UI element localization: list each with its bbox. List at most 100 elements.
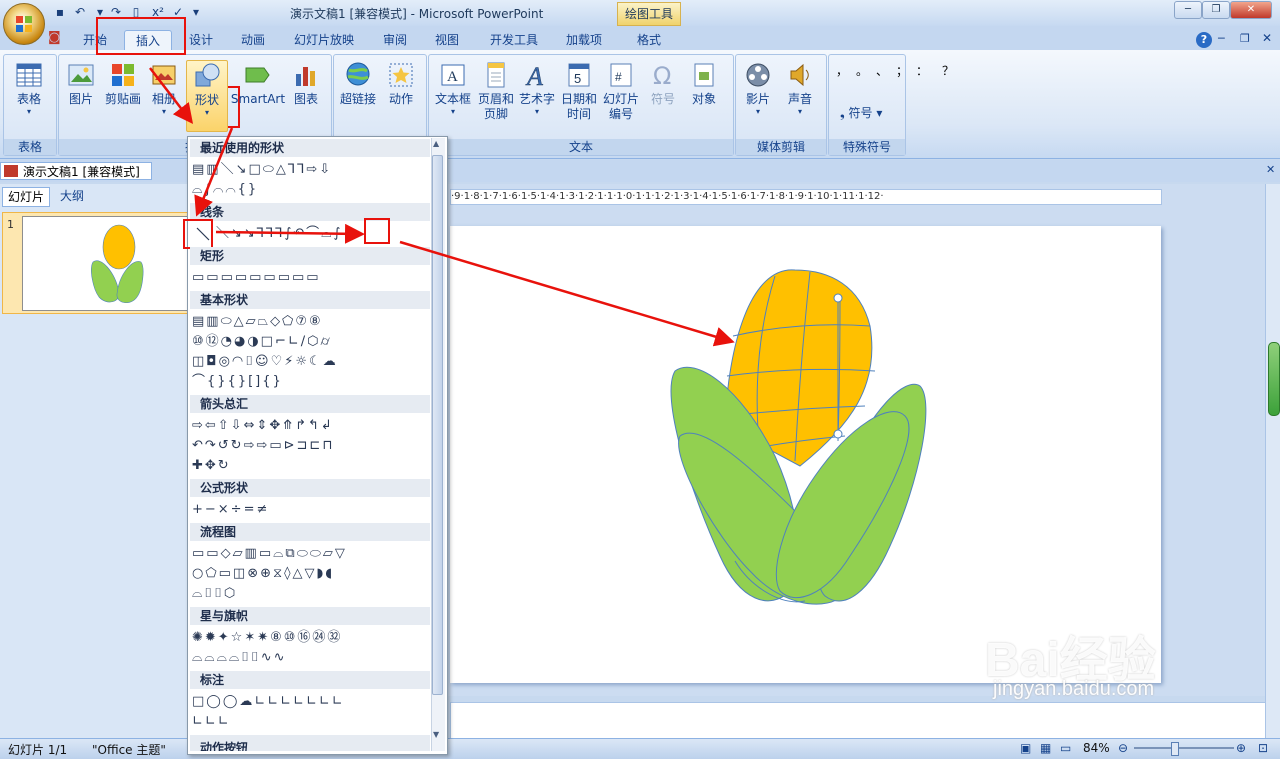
slide-number-button[interactable]: # 幻灯片 编号 (600, 60, 642, 130)
table-label: 表格 (16, 92, 41, 106)
zoom-in-icon[interactable]: ⊕ (1236, 741, 1246, 755)
basic-shapes-row-2[interactable]: ⑩⑫◔◕◑□⌐∟∕⬡⌭ (190, 333, 432, 351)
shapes-button[interactable]: 形状 ▾ (186, 60, 228, 132)
flowchart-row-2[interactable]: ○⬠▭◫⊗⊕⧖◊△▽◗◖ (190, 565, 432, 583)
chevron-down-icon: ▾ (26, 107, 31, 116)
callouts-row-2[interactable]: ∟∟∟ (190, 713, 432, 731)
zoom-slider-thumb[interactable] (1171, 742, 1179, 756)
slideshow-view-icon[interactable]: ▭ (1060, 741, 1071, 755)
clipart-button[interactable]: 剪贴画 (102, 60, 144, 130)
shapes-icon (195, 63, 220, 87)
normal-view-icon[interactable]: ▣ (1020, 741, 1031, 755)
chart-icon (296, 67, 315, 86)
omega-icon: Ω (653, 62, 671, 90)
pptx-file-icon (4, 165, 18, 177)
arrows-row-2[interactable]: ↶↷↺↻⇨⇨▭⊳⊐⊏⊓ (190, 437, 432, 455)
save-icon[interactable]: ▪ (52, 4, 68, 20)
movie-label: 影片 (745, 92, 770, 106)
lines-row[interactable]: ＼↘↘⅂⅂⅂∫↶⌒⌓∫ (190, 225, 456, 243)
group-label-table: 表格 (4, 139, 56, 155)
tab-developer[interactable]: 开发工具 (482, 30, 546, 50)
tab-format[interactable]: 格式 (626, 30, 672, 50)
arrows-row-3[interactable]: ✚✥↻ (190, 457, 432, 475)
special-punctuation-grid[interactable]: ，。、；：？ (836, 64, 954, 78)
minimize-button[interactable]: ─ (1174, 1, 1202, 19)
doc-tab-close-icon[interactable]: ✕ (1266, 163, 1275, 176)
tab-view[interactable]: 视图 (426, 30, 468, 50)
stars-row-1[interactable]: ✺✹✦☆✶✷⑧⑩⑯㉔㉜ (190, 629, 432, 647)
tab-slides[interactable]: 幻灯片 (2, 187, 51, 207)
sound-button[interactable]: 声音 ▾ (780, 60, 820, 130)
header-footer-button[interactable]: 页眉和 页脚 (474, 60, 518, 130)
equation-row[interactable]: +−×÷=≠ (190, 501, 432, 519)
textbox-icon: A (441, 64, 465, 86)
vertical-scrollbar[interactable] (1265, 184, 1280, 738)
callouts-row-1[interactable]: □◯◯☁∟∟∟∟∟∟∟ (190, 693, 432, 711)
svg-text:A: A (525, 62, 543, 90)
scroll-down-icon[interactable]: ▼ (433, 730, 439, 739)
album-label: 相册 (151, 92, 176, 106)
basic-shapes-row-3[interactable]: ◫◘◎◠⌷☺♡⚡☼☾☁ (190, 353, 432, 371)
clipart-icon (112, 64, 134, 86)
table-button[interactable]: 表格 ▾ (8, 60, 50, 130)
notes-pane[interactable] (450, 702, 1267, 740)
smartart-icon (245, 67, 270, 83)
chart-button[interactable]: 图表 (288, 60, 324, 130)
stars-row-2[interactable]: ⌓⌓⌓⌓⌷⌷∿∿ (190, 649, 432, 667)
recent-shapes-row-2[interactable]: ⌓∫⌒⌒{} (190, 181, 432, 199)
scroll-thumb[interactable] (1268, 342, 1280, 416)
doc-close-icon[interactable]: ✕ (1262, 31, 1272, 45)
tab-outline[interactable]: 大纲 (55, 187, 89, 205)
help-icon[interactable]: ? (1196, 32, 1212, 48)
hyperlink-button[interactable]: 超链接 (336, 60, 380, 130)
symbol-button[interactable]: Ω 符号 (644, 60, 682, 130)
movie-button[interactable]: 影片 ▾ (738, 60, 778, 130)
arrows-row-1[interactable]: ⇨⇦⇧⇩⇔⇕✥⤊↱↰↲ (190, 417, 432, 435)
undo-icon[interactable]: ↶ (72, 4, 88, 20)
addin-icon[interactable]: ◙ (48, 30, 68, 48)
ribbon-minimize-icon[interactable]: ─ (1218, 32, 1225, 45)
object-button[interactable]: 对象 (684, 60, 724, 130)
textbox-button[interactable]: A 文本框 ▾ (432, 60, 474, 130)
section-flowchart: 流程图 (190, 523, 430, 541)
slide-info: 幻灯片 1/1 (8, 743, 68, 757)
recent-shapes-row-1[interactable]: ▤▥＼↘□⬭△⅂⅂⇨⇩ (190, 161, 432, 179)
tab-animation[interactable]: 动画 (230, 30, 276, 50)
globe-icon (346, 62, 370, 86)
photo-album-button[interactable]: 相册 ▾ (146, 60, 182, 130)
close-button[interactable]: ✕ (1230, 1, 1272, 19)
office-button[interactable] (3, 3, 45, 45)
slide-sorter-view-icon[interactable]: ▦ (1040, 741, 1051, 755)
action-button[interactable]: 动作 (382, 60, 420, 130)
tab-slideshow[interactable]: 幻灯片放映 (288, 30, 360, 50)
wordart-button[interactable]: A 艺术字 ▾ (518, 60, 556, 130)
special-symbol-dropdown[interactable]: ❟ 符号 ▾ (840, 104, 882, 121)
textbox-label: 文本框 (434, 92, 471, 106)
tab-addins[interactable]: 加载项 (558, 30, 610, 50)
maximize-button[interactable]: ❐ (1202, 1, 1230, 19)
svg-text:Ω: Ω (653, 62, 671, 90)
rectangles-row[interactable]: ▭▭▭▭▭▭▭▭▭ (190, 269, 432, 287)
qat-customize-icon[interactable]: ▾ (188, 4, 204, 20)
slide-thumbnail[interactable] (22, 216, 188, 311)
scroll-up-icon[interactable]: ▲ (433, 139, 439, 148)
zoom-out-icon[interactable]: ⊖ (1118, 741, 1128, 755)
flowchart-row-1[interactable]: ▭▭◇▱▥▭⌓⧉⬭⬭▱▽ (190, 545, 432, 563)
datetime-button[interactable]: 5 日期和 时间 (558, 60, 600, 130)
tab-review[interactable]: 审阅 (374, 30, 416, 50)
wordart-icon: A (525, 62, 544, 90)
datetime-label-1: 日期和 (560, 92, 597, 106)
fit-window-icon[interactable]: ⊡ (1258, 741, 1268, 755)
zoom-slider[interactable] (1134, 747, 1234, 749)
ribbon-restore-icon[interactable]: ❐ (1240, 32, 1250, 45)
flowchart-row-3[interactable]: ⌓⌷⌷⬡ (190, 585, 432, 603)
object-icon (694, 63, 714, 87)
slide-canvas[interactable] (450, 226, 1161, 683)
document-tab[interactable]: 演示文稿1 [兼容模式] (0, 162, 152, 180)
photo-album-icon (152, 65, 176, 85)
zoom-level[interactable]: 84% (1083, 741, 1110, 755)
basic-shapes-row-4[interactable]: ⌒{}{}[]{} (190, 373, 432, 391)
basic-shapes-row-1[interactable]: ▤▥⬭△▱⏢◇⬠⑦⑧ (190, 313, 432, 331)
smartart-button[interactable]: SmartArt (230, 60, 286, 130)
picture-button[interactable]: 图片 (62, 60, 100, 130)
